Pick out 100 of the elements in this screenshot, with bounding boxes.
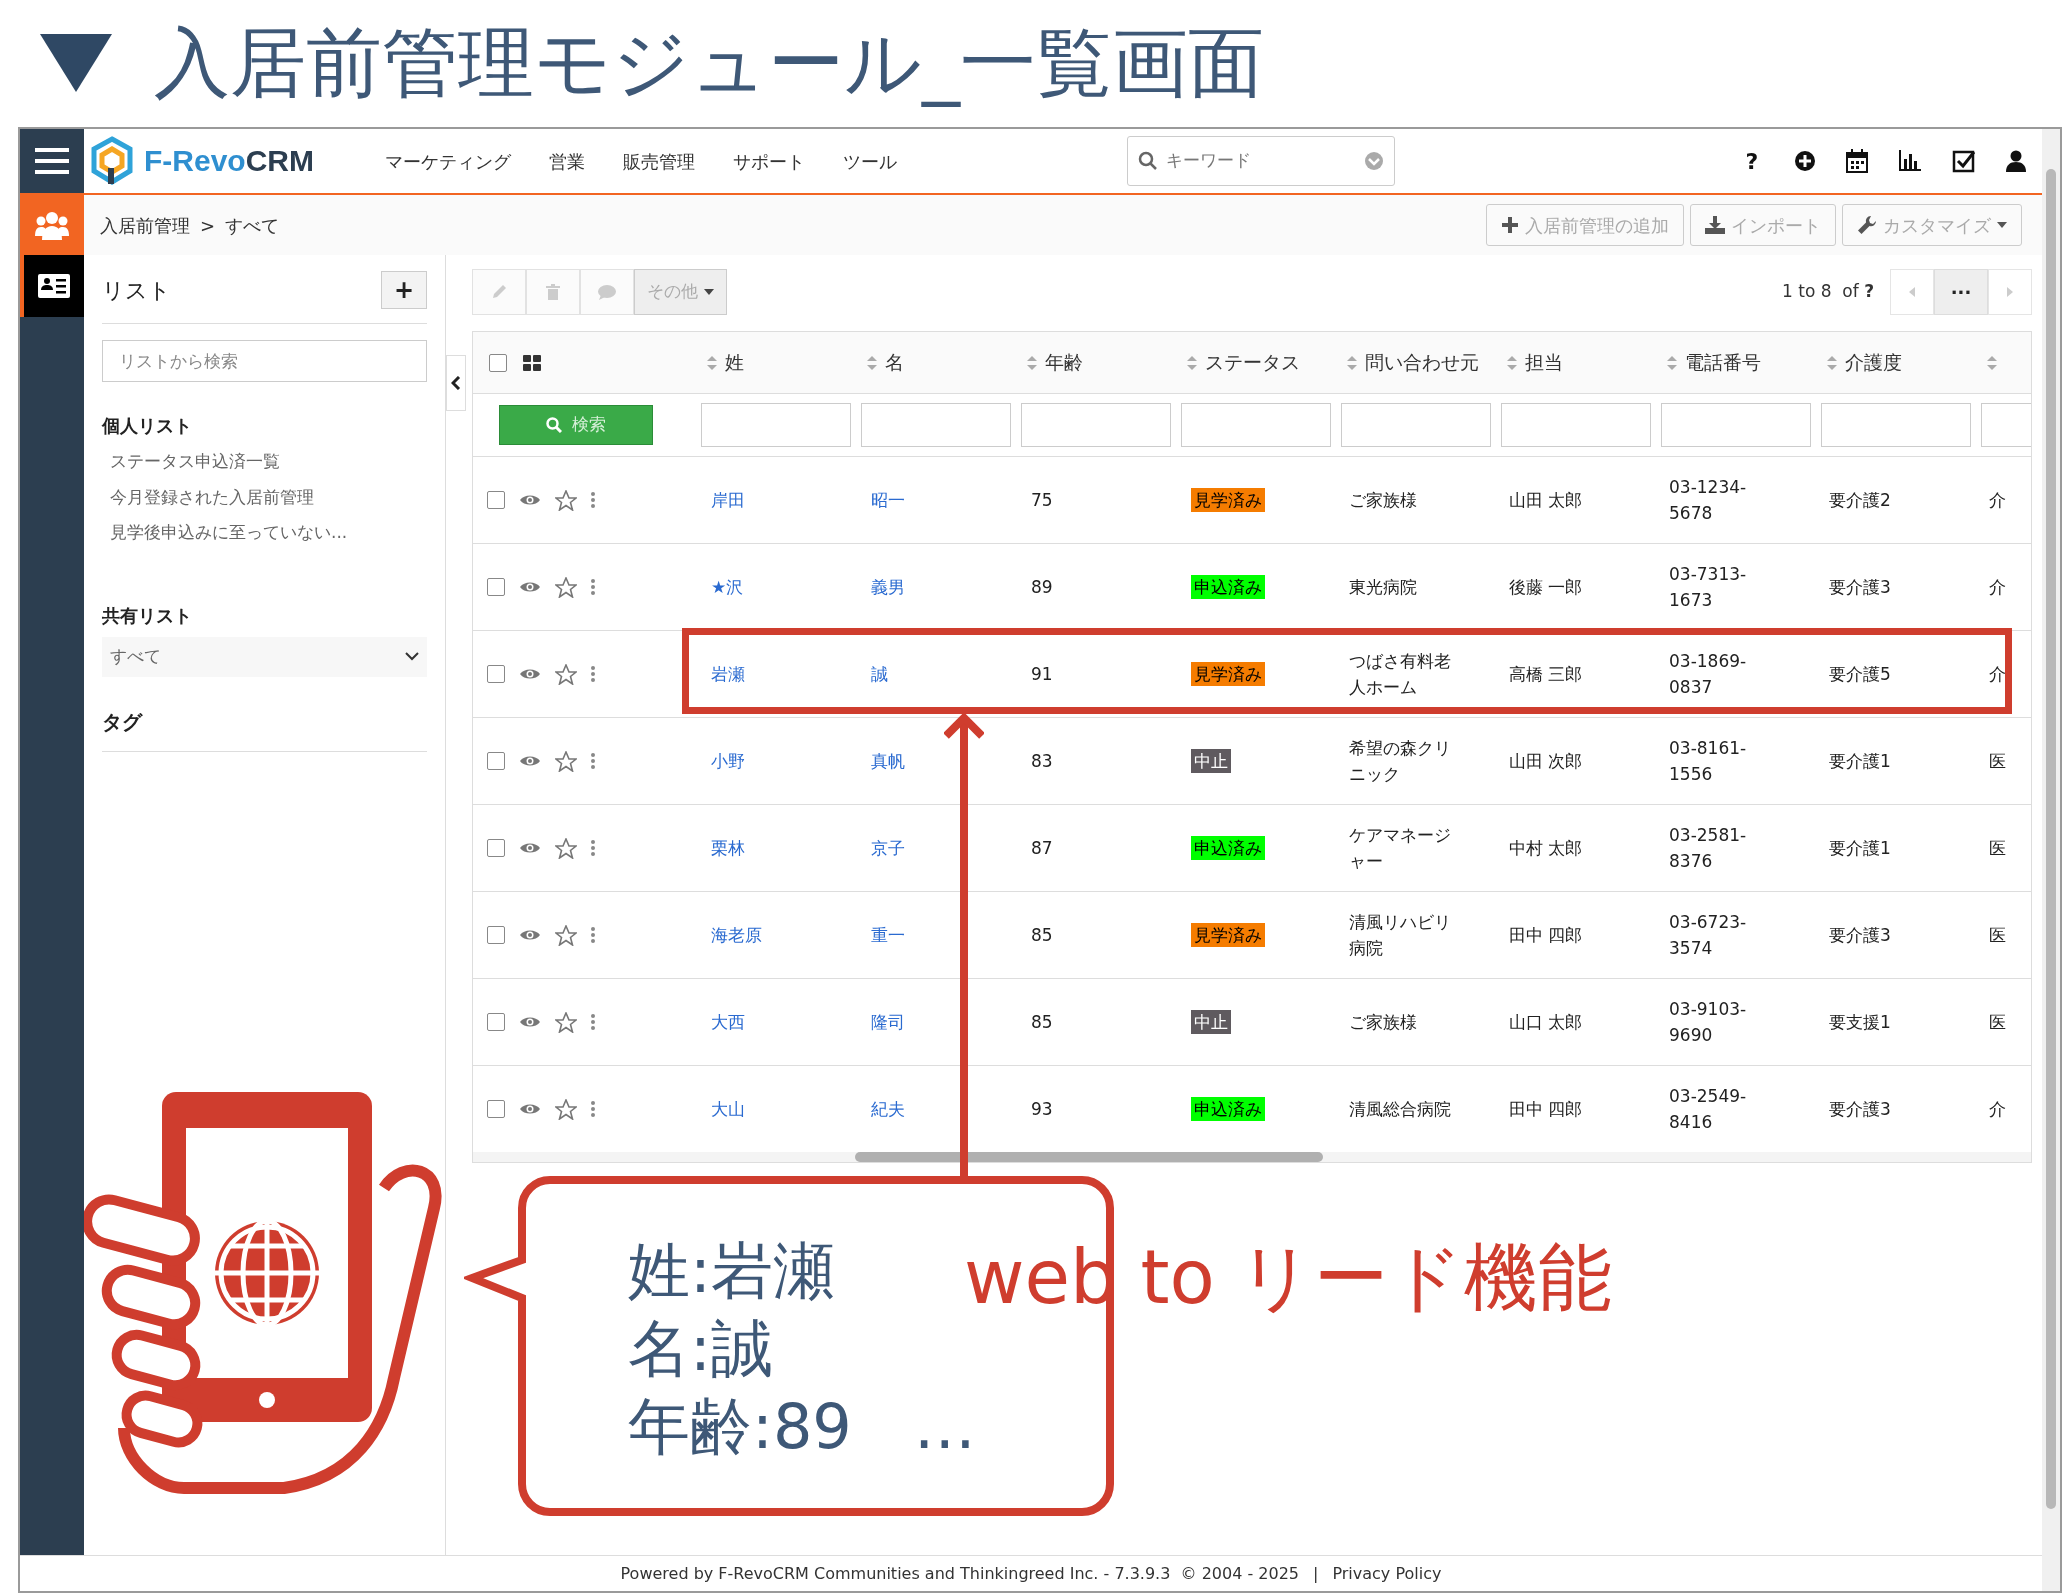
menu-item[interactable]: マーケティング <box>385 147 511 175</box>
calendar-icon[interactable] <box>1846 149 1868 173</box>
list-item[interactable]: ステータス申込済一覧 <box>110 449 427 475</box>
more-vertical-icon[interactable] <box>591 927 595 943</box>
shared-list-dropdown[interactable]: すべて <box>102 636 427 677</box>
callout-text: 名:誠 <box>628 1311 774 1387</box>
more-vertical-icon[interactable] <box>591 1101 595 1117</box>
eye-icon[interactable] <box>519 841 541 855</box>
column-header[interactable]: 年齢 <box>1021 348 1181 377</box>
bar-chart-icon[interactable] <box>1898 150 1922 172</box>
name-link[interactable]: 海老原 <box>711 925 762 945</box>
filter-field[interactable] <box>861 403 1011 447</box>
checkbox[interactable] <box>487 665 505 683</box>
grid-icon[interactable] <box>523 354 541 371</box>
chevron-left-icon <box>451 376 461 390</box>
filter-field[interactable] <box>1821 403 1971 447</box>
help-button[interactable]: ? <box>1740 144 1764 178</box>
name-link[interactable]: 大西 <box>711 1012 745 1032</box>
name-link[interactable]: 隆司 <box>871 1012 905 1032</box>
column-header[interactable]: 姓 <box>701 348 861 377</box>
star-icon[interactable] <box>555 1098 577 1120</box>
checkbox[interactable] <box>487 1013 505 1031</box>
breadcrumb-link[interactable]: すべて <box>225 211 280 239</box>
star-icon[interactable] <box>555 576 577 598</box>
filter-field[interactable] <box>1341 403 1491 447</box>
star-icon[interactable] <box>555 663 577 685</box>
dropdown-icon[interactable] <box>1364 151 1384 171</box>
table-cell-text: 03-8161-1556 <box>1669 737 1748 786</box>
star-icon[interactable] <box>555 489 577 511</box>
more-vertical-icon[interactable] <box>591 753 595 769</box>
menu-item[interactable]: 営業 <box>549 147 585 175</box>
column-header[interactable]: 名 <box>861 348 1021 377</box>
menu-button[interactable] <box>20 129 84 193</box>
filter-field[interactable] <box>1181 403 1331 447</box>
name-link[interactable]: 岸田 <box>711 490 745 510</box>
name-link[interactable]: 岩瀬 <box>711 664 745 684</box>
column-header[interactable]: 担当 <box>1501 348 1661 377</box>
table-cell: 田中 四郎 <box>1509 925 1583 945</box>
name-link[interactable]: 重一 <box>871 925 905 945</box>
search-input[interactable]: キーワード <box>1166 148 1356 174</box>
table-cell: 介 <box>1989 664 2006 684</box>
list-item[interactable]: 今月登録された入居前管理 <box>110 484 427 510</box>
eye-icon[interactable] <box>519 928 541 942</box>
menu-item[interactable]: 販売管理 <box>623 147 695 175</box>
eye-icon[interactable] <box>519 580 541 594</box>
star-icon[interactable] <box>555 837 577 859</box>
list-search-field[interactable]: リストから検索 <box>102 340 427 382</box>
add-list-button[interactable]: + <box>381 271 427 309</box>
options-button[interactable]: ··· <box>1934 269 1988 315</box>
add-icon[interactable] <box>1794 150 1816 172</box>
checkbox[interactable] <box>489 353 507 372</box>
privacy-policy-link[interactable]: Privacy Policy <box>1332 1561 1442 1586</box>
checkbox[interactable] <box>487 839 505 857</box>
filter-field[interactable] <box>701 403 851 447</box>
checkbox[interactable] <box>487 752 505 770</box>
filter-field[interactable] <box>1661 403 1811 447</box>
star-icon[interactable] <box>555 750 577 772</box>
list-item[interactable]: 見学後申込みに至っていない... <box>110 520 427 546</box>
column-header[interactable]: 介護度 <box>1821 348 1981 377</box>
eye-icon[interactable] <box>519 667 541 681</box>
more-vertical-icon[interactable] <box>591 840 595 856</box>
name-link[interactable]: 紀夫 <box>871 1099 905 1119</box>
checkbox[interactable] <box>487 1100 505 1118</box>
checkbox-icon[interactable] <box>1952 149 1976 173</box>
horizontal-scrollbar[interactable] <box>473 1152 2031 1162</box>
name-link[interactable]: 誠 <box>871 664 888 684</box>
name-link[interactable]: 昭一 <box>871 490 905 510</box>
breadcrumb-link[interactable]: 入居前管理 <box>100 211 190 239</box>
collapse-button[interactable] <box>446 355 466 411</box>
more-vertical-icon[interactable] <box>591 1014 595 1030</box>
scrollbar[interactable] <box>2042 129 2060 1591</box>
more-vertical-icon[interactable] <box>591 492 595 508</box>
eye-icon[interactable] <box>519 754 541 768</box>
name-link[interactable]: 真帆 <box>871 751 905 771</box>
name-link[interactable]: 小野 <box>711 751 745 771</box>
eye-icon[interactable] <box>519 1015 541 1029</box>
menu-item[interactable]: ツール <box>843 147 897 175</box>
checkbox[interactable] <box>487 578 505 596</box>
column-header[interactable]: 問い合わせ元 <box>1341 348 1501 377</box>
checkbox[interactable] <box>487 926 505 944</box>
column-header[interactable]: ステータス <box>1181 348 1341 377</box>
star-icon[interactable] <box>555 1011 577 1033</box>
star-icon[interactable] <box>555 924 577 946</box>
checkbox[interactable] <box>487 491 505 509</box>
filter-field[interactable] <box>1021 403 1171 447</box>
name-link[interactable]: 栗林 <box>711 838 745 858</box>
user-icon[interactable] <box>2006 150 2026 172</box>
search-field[interactable]: キーワード <box>1127 136 1395 186</box>
eye-icon[interactable] <box>519 1102 541 1116</box>
name-link[interactable]: 大山 <box>711 1099 745 1119</box>
name-link[interactable]: 京子 <box>871 838 905 858</box>
more-vertical-icon[interactable] <box>591 666 595 682</box>
name-link[interactable]: ★沢 <box>711 577 744 597</box>
menu-item[interactable]: サポート <box>733 147 805 175</box>
column-header[interactable]: 電話番号 <box>1661 348 1821 377</box>
more-vertical-icon[interactable] <box>591 579 595 595</box>
name-link[interactable]: 義男 <box>871 577 905 597</box>
eye-icon[interactable] <box>519 493 541 507</box>
list-view-button[interactable] <box>20 255 84 317</box>
filter-field[interactable] <box>1501 403 1651 447</box>
